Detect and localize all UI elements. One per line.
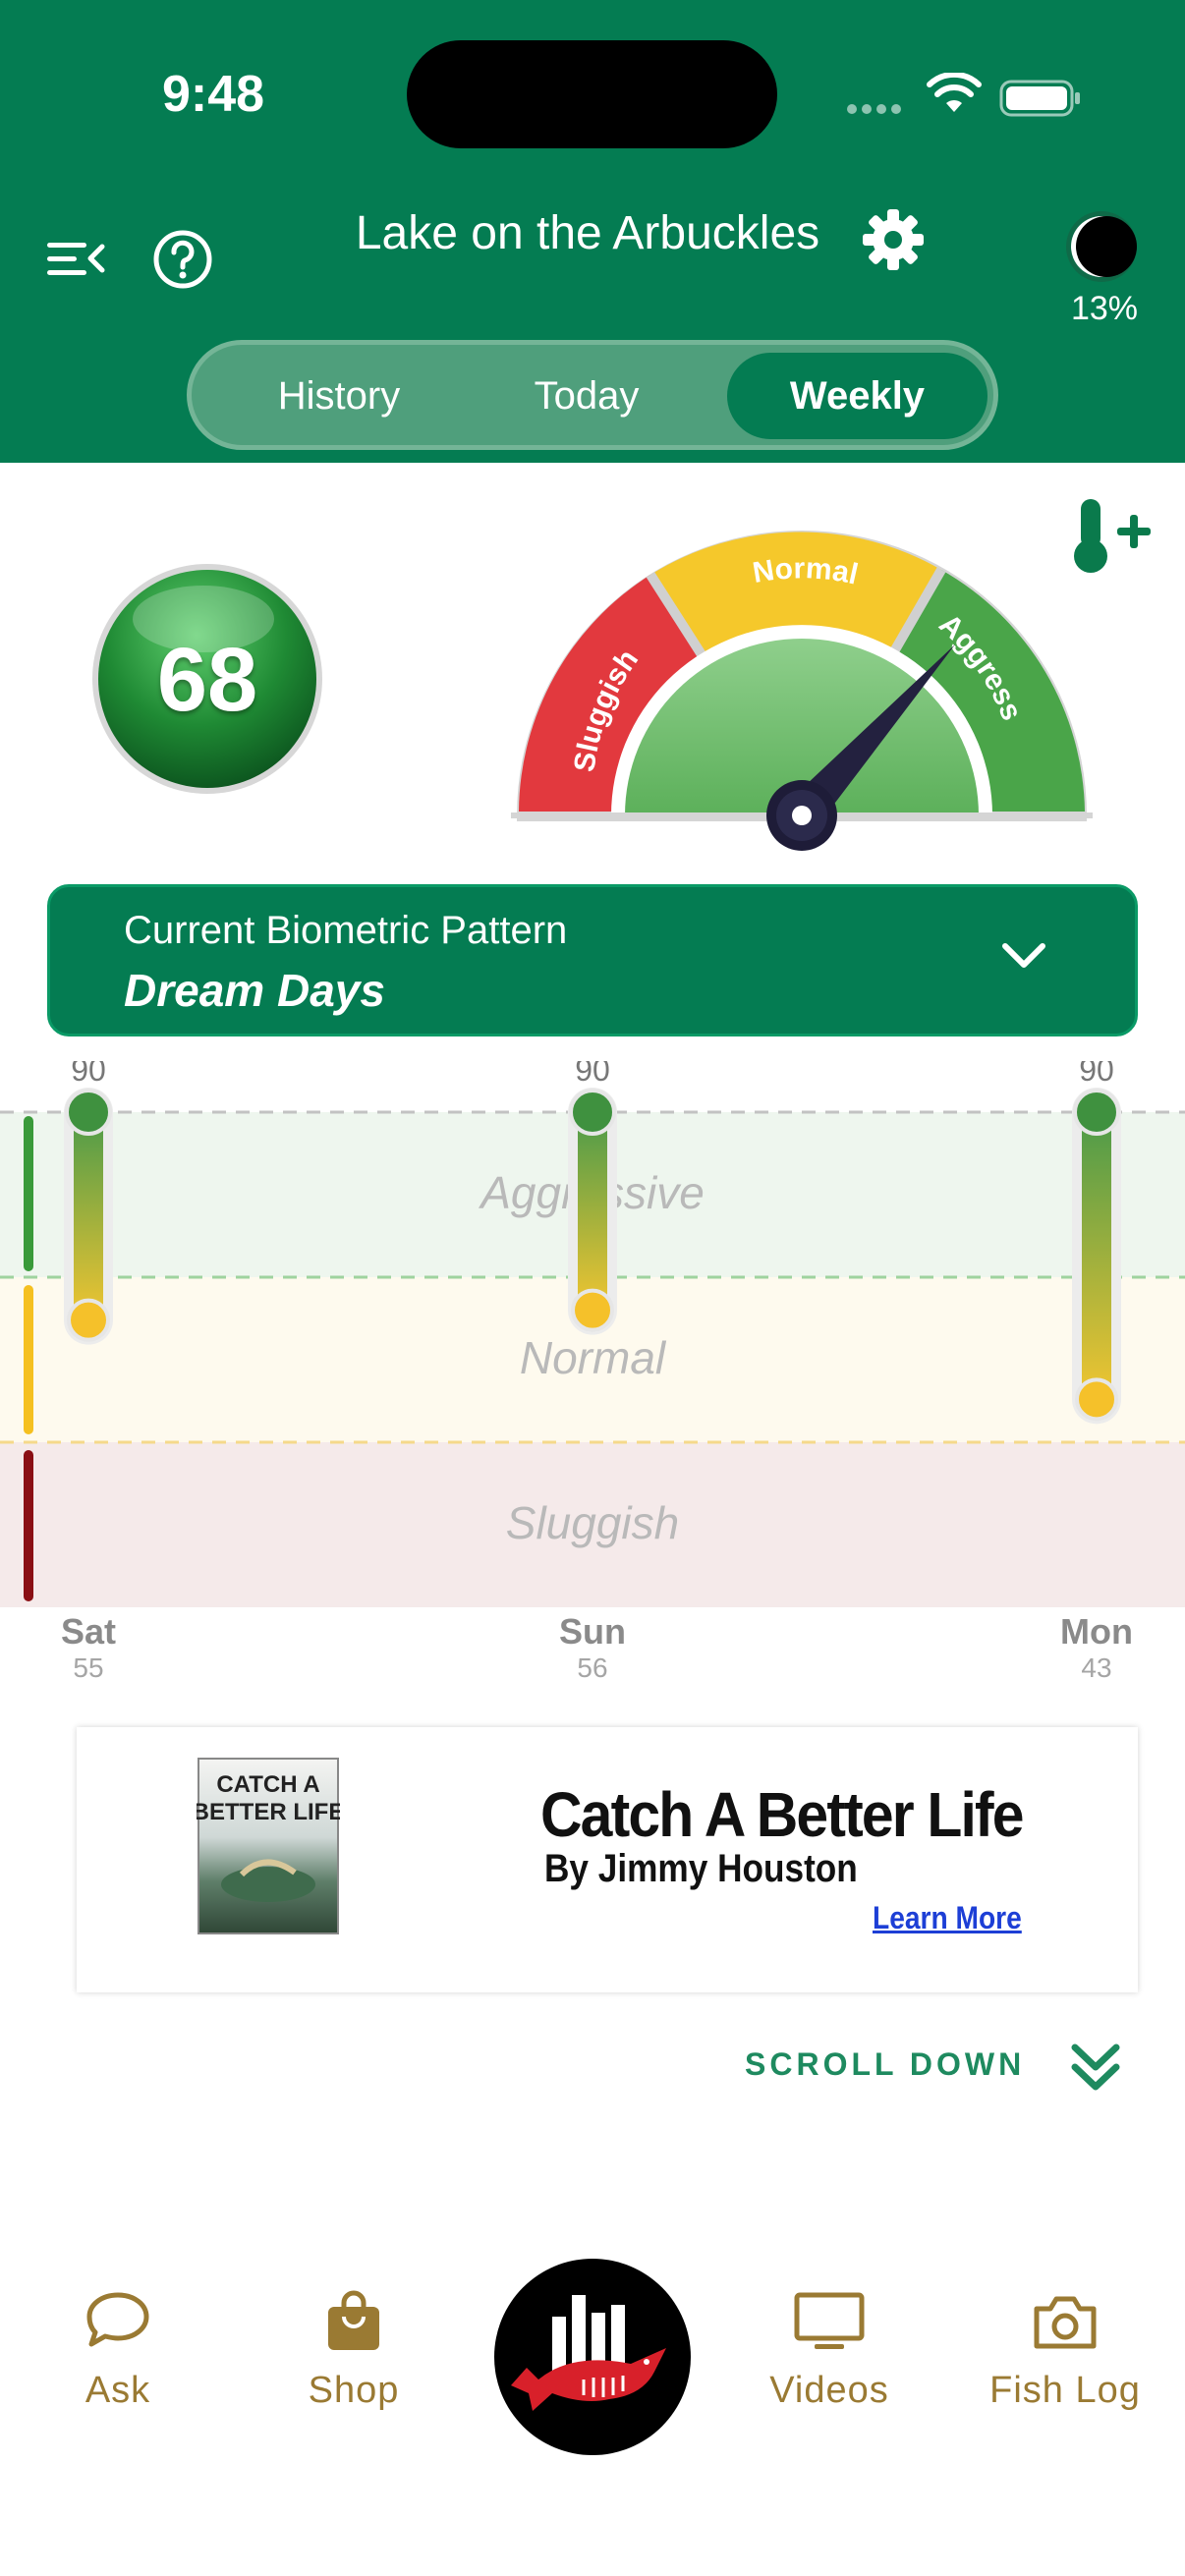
pattern-value: Dream Days bbox=[124, 965, 385, 1016]
high-value-label: 90 bbox=[71, 1061, 106, 1088]
tab-today[interactable]: Today bbox=[479, 353, 695, 439]
tab-weekly[interactable]: Weekly bbox=[727, 353, 988, 439]
tab-history[interactable]: History bbox=[221, 353, 457, 439]
tab-fish-log-label: Fish Log bbox=[989, 2370, 1141, 2411]
cellular-signal-icon bbox=[847, 101, 906, 115]
tab-ask-label: Ask bbox=[85, 2370, 151, 2411]
status-time: 9:48 bbox=[162, 66, 265, 123]
low-point bbox=[1075, 1377, 1118, 1422]
ad-subtitle: By Jimmy Houston bbox=[544, 1847, 858, 1890]
moon-phase-percent: 13% bbox=[1070, 290, 1139, 327]
tab-shop-label: Shop bbox=[308, 2370, 400, 2411]
ad-title: Catch A Better Life bbox=[540, 1779, 1025, 1850]
day-temp-label: 43 bbox=[1081, 1652, 1111, 1683]
chevron-down-icon bbox=[1002, 943, 1045, 968]
range-pill bbox=[578, 1112, 607, 1311]
high-value-label: 90 bbox=[575, 1061, 610, 1088]
tab-videos[interactable]: Videos bbox=[731, 2289, 928, 2436]
high-value-label: 90 bbox=[1079, 1061, 1114, 1088]
wifi-icon bbox=[927, 73, 982, 112]
tab-videos-label: Videos bbox=[769, 2370, 889, 2411]
svg-text:BETTER LIFE: BETTER LIFE bbox=[197, 1799, 340, 1825]
weekly-chart: Aggressive Normal Sluggish 90Sat5590Sun5… bbox=[0, 1061, 1185, 1683]
zone-label-sluggish: Sluggish bbox=[506, 1497, 679, 1548]
battery-icon bbox=[999, 80, 1080, 117]
pattern-label: Current Biometric Pattern bbox=[124, 909, 568, 952]
lake-title[interactable]: Lake on the Arbuckles bbox=[0, 206, 1185, 260]
zone-label-normal: Normal bbox=[520, 1332, 667, 1383]
tab-shop[interactable]: Shop bbox=[255, 2289, 452, 2436]
zone-indicator-aggressive bbox=[24, 1116, 33, 1271]
day-temp-label: 55 bbox=[73, 1652, 103, 1683]
zone-indicator-normal bbox=[24, 1285, 33, 1434]
zone-indicator-sluggish bbox=[24, 1450, 33, 1601]
day-temp-label: 56 bbox=[577, 1652, 607, 1683]
book-cover-image: CATCH A BETTER LIFE bbox=[197, 1758, 340, 1934]
scroll-down-label[interactable]: SCROLL DOWN bbox=[745, 2046, 1025, 2083]
dynamic-island bbox=[407, 40, 777, 148]
tab-ask[interactable]: Ask bbox=[20, 2289, 216, 2436]
day-label: Sun bbox=[559, 1611, 626, 1652]
ad-banner[interactable]: CATCH A BETTER LIFE Catch A Better Life … bbox=[77, 1727, 1138, 1992]
biometric-pattern-dropdown[interactable]: Current Biometric Pattern Dream Days bbox=[47, 884, 1138, 1036]
moon-phase-icon[interactable] bbox=[1064, 209, 1139, 284]
chat-bubble-icon bbox=[86, 2292, 149, 2347]
monitor-icon bbox=[794, 2292, 865, 2349]
ad-learn-more-link[interactable]: Learn More bbox=[873, 1900, 1022, 1936]
high-point bbox=[1073, 1089, 1120, 1136]
low-point bbox=[67, 1298, 110, 1342]
low-point bbox=[571, 1288, 614, 1332]
shopping-bag-icon bbox=[328, 2290, 379, 2350]
double-chevron-down-icon[interactable] bbox=[1067, 2040, 1124, 2097]
score-value: 68 bbox=[156, 630, 258, 730]
range-pill bbox=[74, 1112, 103, 1320]
fishing-forecast-button[interactable] bbox=[493, 2258, 692, 2456]
day-label: Mon bbox=[1060, 1611, 1133, 1652]
high-point bbox=[569, 1089, 616, 1136]
mood-gauge: Sluggish Normal Aggressive bbox=[511, 521, 1093, 851]
range-pill bbox=[1082, 1112, 1111, 1400]
svg-text:CATCH A: CATCH A bbox=[216, 1771, 319, 1798]
tab-fish-log[interactable]: Fish Log bbox=[967, 2289, 1163, 2436]
gear-icon[interactable] bbox=[861, 207, 926, 272]
day-label: Sat bbox=[61, 1611, 116, 1652]
high-point bbox=[65, 1089, 112, 1136]
lake-title-text: Lake on the Arbuckles bbox=[355, 207, 820, 259]
view-segmented-control: History Today Weekly bbox=[187, 340, 998, 450]
camera-icon bbox=[1034, 2296, 1097, 2349]
app-header: 9:48 Lake on the Arbuckles 13% History T… bbox=[0, 0, 1185, 463]
